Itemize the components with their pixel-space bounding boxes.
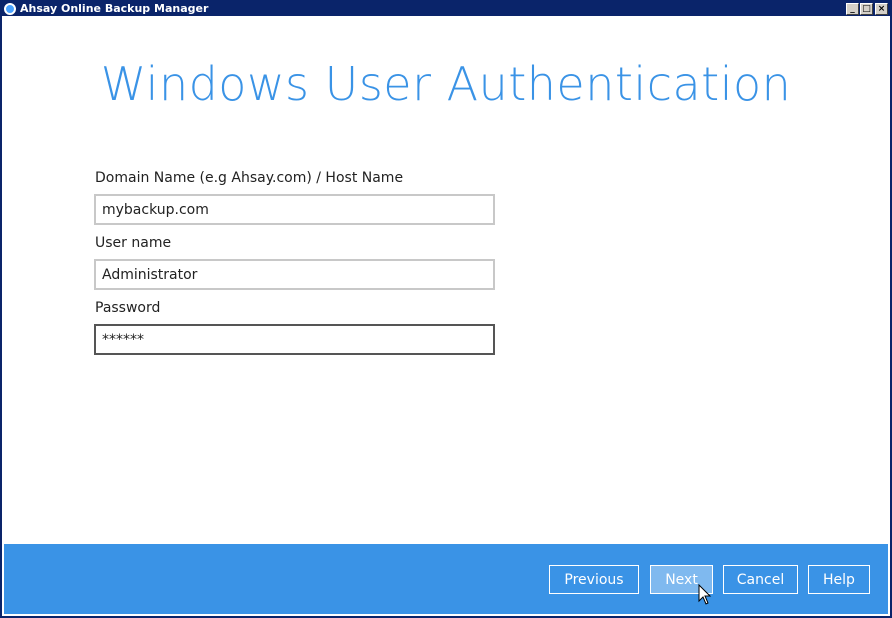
close-button[interactable]: ×: [875, 3, 888, 15]
cancel-button[interactable]: Cancel: [723, 565, 798, 594]
ahsay-app-icon: [4, 3, 16, 15]
username-label: User name: [95, 235, 172, 251]
domain-label: Domain Name (e.g Ahsay.com) / Host Name: [95, 170, 404, 186]
help-button[interactable]: Help: [808, 565, 870, 594]
previous-button[interactable]: Previous: [549, 565, 639, 594]
username-input[interactable]: [94, 259, 495, 290]
mouse-pointer-icon: [698, 584, 712, 605]
password-input[interactable]: [94, 324, 495, 355]
authentication-form: Domain Name (e.g Ahsay.com) / Host Name …: [94, 170, 497, 365]
maximize-button[interactable]: □: [860, 3, 873, 15]
title-bar[interactable]: Ahsay Online Backup Manager _ □ ×: [2, 2, 890, 16]
minimize-button[interactable]: _: [846, 3, 859, 15]
password-label: Password: [95, 300, 161, 316]
page-title: Windows User Authentication: [100, 57, 792, 111]
domain-input[interactable]: [94, 194, 495, 225]
wizard-footer: Previous Next Cancel Help: [4, 544, 888, 614]
app-window: Ahsay Online Backup Manager _ □ × Window…: [0, 0, 892, 618]
window-title: Ahsay Online Backup Manager: [20, 2, 209, 15]
